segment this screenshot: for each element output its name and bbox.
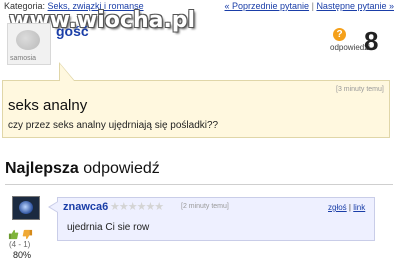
answer-bubble-tail-fill: [50, 202, 58, 212]
answerer-name[interactable]: znawca6: [63, 201, 108, 213]
divider: [5, 184, 393, 185]
vote-percent: 80%: [13, 250, 32, 260]
best-answer-heading-bold: Najlepsza: [5, 160, 79, 177]
best-answer-heading: Najlepsza odpowiedź: [5, 160, 160, 178]
avatar-brand: samosia: [10, 55, 37, 62]
answer-links: zgłoś | link: [328, 203, 366, 212]
rating-stars: ★★★★★★: [110, 201, 164, 213]
question-time: [3 minuty temu]: [336, 86, 384, 93]
thumb-down-icon[interactable]: [22, 229, 33, 240]
question-nav: « Poprzednie pytanie | Następne pytanie …: [225, 0, 395, 12]
answer-text: ujedrnia Ci sie row: [67, 222, 150, 233]
vote-count: (4 - 1): [9, 240, 31, 249]
question-bubble-tail-fill: [60, 64, 74, 81]
thumb-up-icon[interactable]: [8, 229, 19, 240]
answers-count: 8: [364, 26, 379, 56]
question-icon: ?: [333, 28, 346, 41]
question-title: seks analny: [8, 97, 88, 114]
question-body: czy przez seks analny ujędrniają się poś…: [8, 120, 219, 131]
asker-avatar[interactable]: samosia: [7, 23, 51, 65]
report-link[interactable]: zgłoś: [328, 203, 347, 212]
best-answer-heading-rest: odpowiedź: [83, 160, 160, 177]
answerer-avatar[interactable]: [12, 196, 40, 220]
asker-name[interactable]: gość: [56, 23, 89, 39]
prev-question-link[interactable]: « Poprzednie pytanie: [225, 1, 310, 11]
nav-separator: |: [311, 1, 314, 11]
next-question-link[interactable]: Następne pytanie »: [316, 1, 394, 11]
answer-time: [2 minuty temu]: [181, 203, 229, 210]
avatar-placeholder-icon: [16, 30, 40, 50]
permalink[interactable]: link: [353, 203, 365, 212]
avatar-image: [19, 201, 33, 214]
